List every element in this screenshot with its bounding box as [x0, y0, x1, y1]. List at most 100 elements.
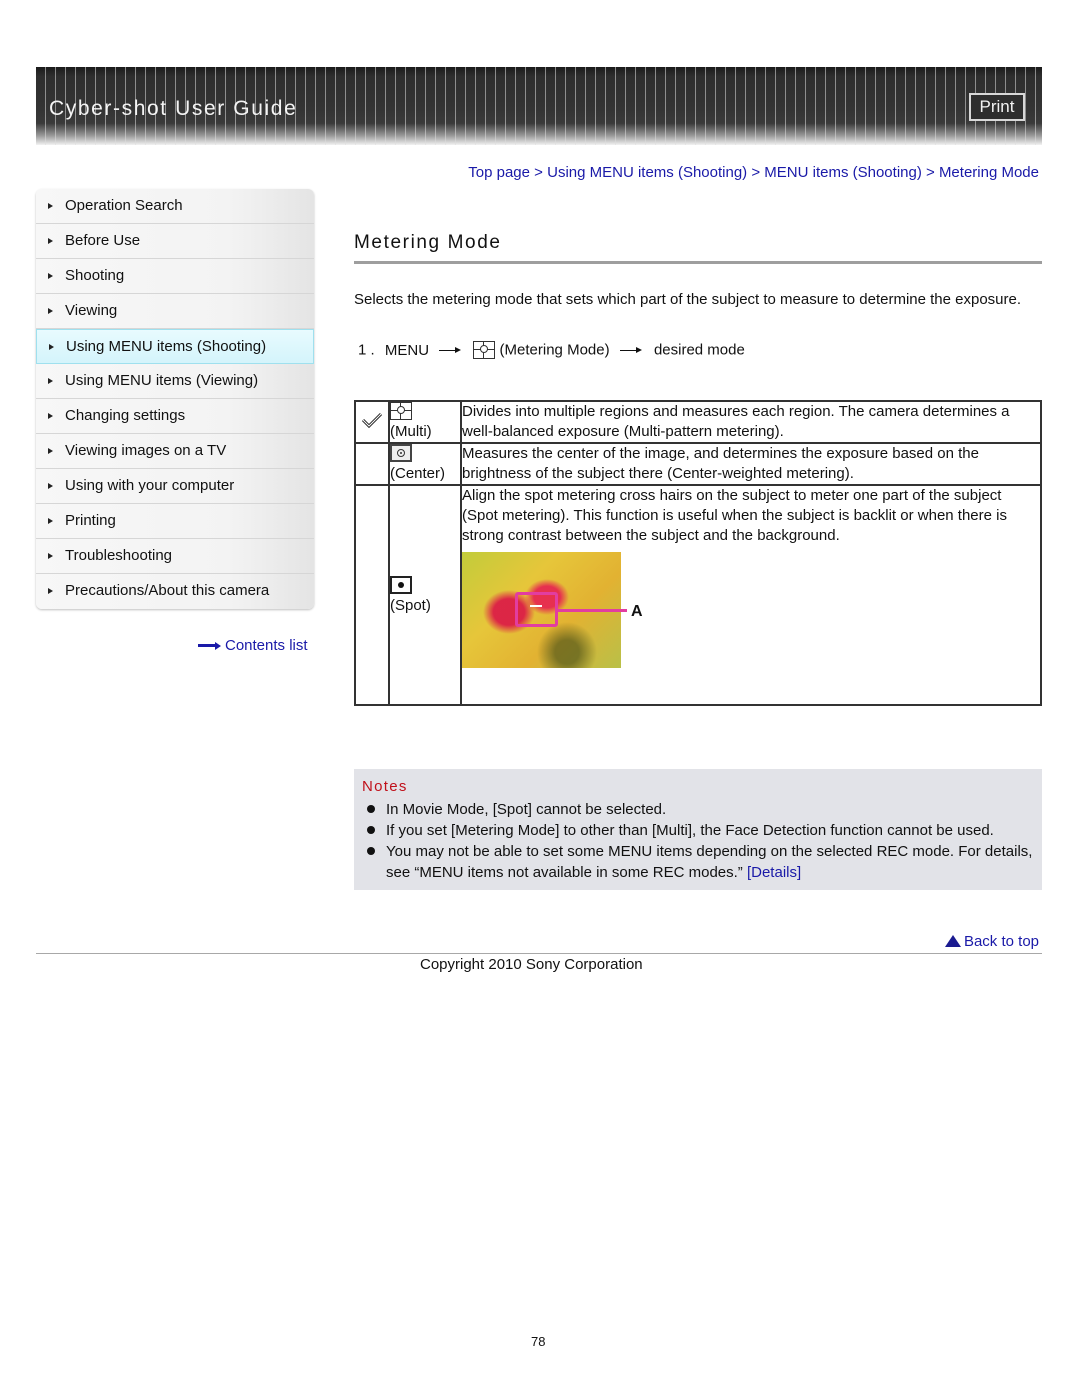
sidebar-item-shooting[interactable]: Shooting: [36, 259, 314, 294]
sidebar-item-label: Viewing images on a TV: [65, 442, 227, 459]
center-metering-icon: [390, 444, 412, 463]
note-item: If you set [Metering Mode] to other than…: [364, 820, 1038, 841]
mode-caption: (Center): [390, 465, 446, 483]
sidebar-item-menu-viewing[interactable]: Using MENU items (Viewing): [36, 364, 314, 399]
mode-description: Divides into multiple regions and measur…: [460, 400, 1042, 444]
mode-icon-cell: (Spot): [388, 484, 462, 706]
guide-title: Cyber-shot User Guide: [49, 97, 298, 120]
triangle-right-icon: [49, 344, 54, 350]
step-number: 1 .: [358, 341, 375, 359]
mode-icon-cell: (Multi): [388, 400, 462, 444]
mode-caption: (Multi): [390, 423, 432, 441]
triangle-right-icon: [48, 553, 53, 559]
breadcrumb-menu-shooting[interactable]: Using MENU items (Shooting): [547, 164, 747, 181]
sidebar-item-printing[interactable]: Printing: [36, 504, 314, 539]
step-target: desired mode: [653, 341, 745, 359]
back-to-top-link[interactable]: Back to top: [944, 933, 1039, 950]
sidebar-item-label: Precautions/About this camera: [65, 582, 270, 599]
mode-description-cell: Align the spot metering cross hairs on t…: [460, 484, 1042, 706]
triangle-right-icon: [48, 273, 53, 279]
sidebar-item-label: Before Use: [65, 232, 141, 249]
triangle-right-icon: [48, 588, 53, 594]
notes-box: Notes In Movie Mode, [Spot] cannot be se…: [354, 769, 1042, 890]
mode-description: Align the spot metering cross hairs on t…: [462, 487, 1007, 544]
sidebar-item-menu-shooting[interactable]: Using MENU items (Shooting): [36, 329, 314, 364]
table-row-center: (Center) Measures the center of the imag…: [354, 442, 1042, 486]
triangle-right-icon: [48, 483, 53, 489]
contents-list-link[interactable]: Contents list: [198, 637, 308, 654]
table-row-spot: (Spot) Align the spot metering cross hai…: [354, 484, 1042, 706]
sidebar-item-label: Printing: [65, 512, 116, 529]
header-banner: Cyber-shot User Guide Print: [36, 67, 1042, 145]
bullet-icon: [367, 847, 375, 855]
step-instruction: 1 . MENU (Metering Mode) desired mode: [358, 341, 745, 360]
spot-metering-figure: A: [462, 552, 652, 672]
triangle-right-icon: [48, 448, 53, 454]
sidebar-item-viewing[interactable]: Viewing: [36, 294, 314, 329]
multi-metering-icon: [390, 402, 412, 421]
arrow-right-icon: [198, 641, 222, 651]
default-cell: [354, 400, 390, 444]
breadcrumb-separator: >: [530, 164, 548, 181]
page-title: Metering Mode: [354, 232, 502, 253]
triangle-right-icon: [48, 238, 53, 244]
default-cell: [354, 484, 390, 706]
sidebar-item-label: Viewing: [65, 302, 118, 319]
sidebar-item-changing-settings[interactable]: Changing settings: [36, 399, 314, 434]
breadcrumb-separator: >: [747, 164, 765, 181]
checkmark-icon: [361, 412, 383, 428]
sidebar-item-operation-search[interactable]: Operation Search: [36, 189, 314, 224]
sidebar-nav: Operation Search Before Use Shooting Vie…: [36, 189, 314, 609]
step-menu: MENU: [384, 341, 430, 359]
arrow-right-icon: [619, 346, 644, 355]
sidebar-item-label: Using MENU items (Viewing): [65, 372, 259, 389]
breadcrumb-separator: >: [921, 164, 939, 181]
mode-description: Measures the center of the image, and de…: [460, 442, 1042, 486]
triangle-right-icon: [48, 378, 53, 384]
breadcrumb-menu-items-shooting[interactable]: MENU items (Shooting): [764, 164, 922, 181]
breadcrumb-top-page[interactable]: Top page: [468, 164, 530, 181]
breadcrumb-metering-mode[interactable]: Metering Mode: [939, 164, 1039, 181]
step-item: (Metering Mode): [499, 341, 610, 359]
default-cell: [354, 442, 390, 486]
metering-modes-table: (Multi) Divides into multiple regions an…: [354, 400, 1042, 706]
spot-frame: [515, 592, 558, 627]
note-item: You may not be able to set some MENU ite…: [364, 841, 1038, 883]
triangle-right-icon: [48, 413, 53, 419]
sidebar-item-computer[interactable]: Using with your computer: [36, 469, 314, 504]
spot-metering-icon: [390, 576, 412, 595]
sidebar-item-troubleshooting[interactable]: Troubleshooting: [36, 539, 314, 574]
sidebar-item-label: Using with your computer: [65, 477, 235, 494]
note-item: In Movie Mode, [Spot] cannot be selected…: [364, 799, 1038, 820]
intro-text: Selects the metering mode that sets whic…: [354, 291, 1022, 308]
notes-title: Notes: [362, 778, 408, 795]
copyright-text: Copyright 2010 Sony Corporation: [420, 956, 643, 973]
sidebar-item-before-use[interactable]: Before Use: [36, 224, 314, 259]
triangle-right-icon: [48, 308, 53, 314]
sidebar-item-viewing-tv[interactable]: Viewing images on a TV: [36, 434, 314, 469]
back-to-top-label: Back to top: [963, 933, 1039, 950]
footer-divider: [36, 953, 1042, 954]
sidebar-item-precautions[interactable]: Precautions/About this camera: [36, 574, 314, 609]
bullet-icon: [367, 826, 375, 834]
bullet-icon: [367, 805, 375, 813]
contents-list-label: Contents list: [225, 637, 308, 654]
mode-caption: (Spot): [390, 597, 431, 615]
breadcrumb: Top page > Using MENU items (Shooting) >…: [468, 164, 1039, 181]
triangle-right-icon: [48, 203, 53, 209]
print-button[interactable]: Print: [969, 93, 1025, 121]
triangle-right-icon: [48, 518, 53, 524]
notes-list: In Movie Mode, [Spot] cannot be selected…: [364, 799, 1038, 883]
crosshair-icon: [530, 605, 542, 607]
details-link[interactable]: [Details]: [747, 864, 801, 881]
sidebar-item-label: Operation Search: [65, 197, 183, 214]
sidebar-item-label: Using MENU items (Shooting): [66, 338, 267, 355]
table-row-multi: (Multi) Divides into multiple regions an…: [354, 400, 1042, 444]
triangle-up-icon: [944, 935, 961, 947]
mode-icon-cell: (Center): [388, 442, 462, 486]
arrow-right-icon: [439, 346, 463, 355]
callout-label: A: [631, 603, 643, 620]
metering-mode-icon: [473, 341, 496, 360]
sidebar-item-label: Shooting: [65, 267, 125, 284]
page-number: 78: [531, 1334, 546, 1349]
